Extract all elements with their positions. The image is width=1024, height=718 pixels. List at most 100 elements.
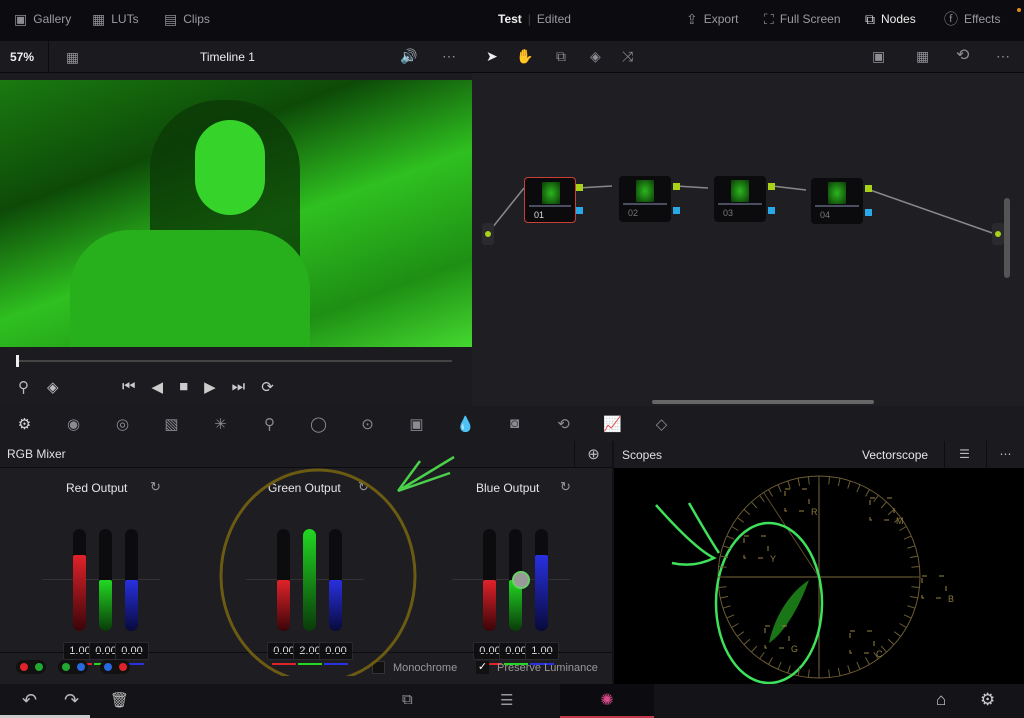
add-version-icon[interactable]: ⟲: [956, 48, 969, 64]
blue-to-red-button[interactable]: [100, 660, 130, 674]
keyframes-icon[interactable]: ◇: [637, 415, 686, 433]
fullscreen-label: Full Screen: [779, 12, 841, 26]
hand-icon[interactable]: ✋: [516, 49, 533, 63]
scope-mode-selector[interactable]: Vectorscope: [862, 448, 928, 462]
color-wheels-icon[interactable]: ⚙: [0, 415, 49, 433]
node-01[interactable]: 01: [524, 177, 576, 223]
hdr-icon[interactable]: ◎: [98, 415, 147, 433]
cut-page-icon[interactable]: ⧉: [402, 691, 413, 708]
scope-tick: [787, 480, 791, 489]
input-port[interactable]: [482, 223, 494, 245]
redo-icon[interactable]: ↷: [64, 690, 79, 711]
gallery-button[interactable]: ▣ Gallery: [14, 12, 71, 26]
node-editor[interactable]: 01 02 03 04: [472, 73, 1024, 406]
more-icon[interactable]: ⋯: [442, 49, 456, 63]
skip-back-icon[interactable]: ⏮: [122, 378, 136, 396]
scope-tick: [731, 623, 739, 628]
vectorscope: RMYBG C: [655, 475, 954, 684]
blue-value-field[interactable]: 0.00: [115, 642, 149, 660]
preserve-luminance-checkbox[interactable]: ✓ Preserve Luminance: [476, 661, 598, 674]
image-icon[interactable]: ▣: [872, 49, 885, 63]
scrubber-track[interactable]: [16, 355, 452, 367]
clips-button[interactable]: ▤ Clips: [164, 12, 210, 26]
scope-tick: [828, 669, 831, 678]
add-reset-icon[interactable]: ⊕: [574, 441, 612, 468]
red-slider[interactable]: [483, 529, 496, 631]
target-label: R: [811, 507, 818, 517]
scope-settings-icon[interactable]: ☰: [944, 441, 984, 468]
luts-button[interactable]: ▦ LUTs: [92, 12, 139, 26]
more-icon[interactable]: ⋯: [996, 49, 1010, 63]
grid-icon[interactable]: ▦: [916, 49, 929, 63]
scope-tick: [722, 545, 731, 549]
output-port[interactable]: [992, 223, 1004, 245]
layers-icon[interactable]: ◈: [590, 49, 601, 63]
node-02[interactable]: 02: [619, 176, 671, 222]
fullscreen-button[interactable]: ⛶ Full Screen: [764, 12, 841, 26]
color-warper-icon[interactable]: ✳: [196, 415, 245, 433]
scope-tick: [759, 494, 765, 503]
sizing-icon[interactable]: ⟲: [539, 415, 588, 433]
node-03[interactable]: 03: [714, 176, 766, 222]
red-to-green-button[interactable]: [16, 660, 46, 674]
effects-button[interactable]: ⓕ Effects: [944, 12, 1000, 26]
zoom-level[interactable]: 57%: [10, 50, 34, 64]
color-page-icon[interactable]: ✺: [560, 684, 654, 718]
home-icon[interactable]: ⌂: [936, 690, 946, 710]
scope-tick: [907, 545, 916, 549]
timeline-selector[interactable]: Timeline 1: [200, 50, 255, 64]
trash-icon[interactable]: 🗑: [110, 691, 129, 709]
edit-page-icon[interactable]: ☰: [500, 691, 513, 709]
node-label: 02: [628, 208, 639, 218]
magic-mask-icon[interactable]: ▣: [392, 415, 441, 433]
reset-icon[interactable]: ↻: [150, 479, 161, 495]
scopes-icon[interactable]: 📈: [588, 415, 637, 433]
stop-icon[interactable]: ■: [179, 378, 188, 396]
layers-icon[interactable]: ◈: [47, 378, 59, 396]
curves-icon[interactable]: ▧: [147, 415, 196, 433]
tracker-icon[interactable]: ⊙: [343, 415, 392, 433]
checkmark-icon[interactable]: ✓: [476, 661, 489, 674]
primaries-icon[interactable]: ◉: [49, 415, 98, 433]
qualifier-icon[interactable]: ⚲: [245, 415, 294, 433]
more-icon[interactable]: ⋯: [986, 441, 1024, 468]
scope-tick: [797, 478, 801, 487]
play-reverse-icon[interactable]: ◀: [152, 378, 164, 396]
node-graph-icon[interactable]: ⧉: [556, 49, 566, 63]
subject-face: [195, 120, 265, 215]
green-slider[interactable]: [99, 529, 112, 631]
blue-value-field[interactable]: 1.00: [525, 642, 559, 660]
export-button[interactable]: ⇪ Export: [686, 12, 738, 26]
skip-forward-icon[interactable]: ⏭: [232, 378, 246, 396]
scope-tick: [807, 669, 810, 678]
eyedropper-icon[interactable]: ⚲: [18, 378, 29, 396]
blur-icon[interactable]: 💧: [441, 415, 490, 433]
reset-icon[interactable]: ↻: [560, 479, 571, 495]
annotation-circle: [219, 455, 455, 676]
key-icon[interactable]: ◙: [490, 415, 539, 432]
undo-icon[interactable]: ↶: [22, 690, 37, 711]
green-to-blue-button[interactable]: [58, 660, 88, 674]
viewer-layout-icon[interactable]: ▦: [48, 41, 96, 73]
scope-tick: [887, 638, 895, 645]
red-slider[interactable]: [73, 529, 86, 631]
node-04[interactable]: 04: [811, 178, 863, 224]
loop-icon[interactable]: ⟳: [261, 378, 274, 396]
blue-slider[interactable]: [125, 529, 138, 631]
scope-tick: [837, 478, 841, 487]
volume-icon[interactable]: 🔊: [400, 49, 417, 63]
video-frame[interactable]: [0, 80, 472, 347]
play-icon[interactable]: ▶: [204, 378, 216, 396]
scope-tick: [718, 586, 727, 589]
rgb-mixer-panel: RGB Mixer ⊕ Red Output ↻ 1.00 0.00 0.00 …: [0, 441, 612, 684]
pointer-icon[interactable]: ➤: [486, 49, 498, 63]
settings-icon[interactable]: ⚙: [980, 690, 995, 710]
window-icon[interactable]: ◯: [294, 415, 343, 433]
shuffle-icon[interactable]: ⤨: [622, 49, 633, 63]
playhead[interactable]: [16, 355, 19, 367]
blue-slider[interactable]: [535, 529, 548, 631]
target-box-C: [849, 630, 875, 654]
project-status: Edited: [536, 12, 571, 26]
fullscreen-icon: ⛶: [764, 11, 774, 27]
nodes-button[interactable]: ⧉ Nodes: [865, 12, 916, 26]
